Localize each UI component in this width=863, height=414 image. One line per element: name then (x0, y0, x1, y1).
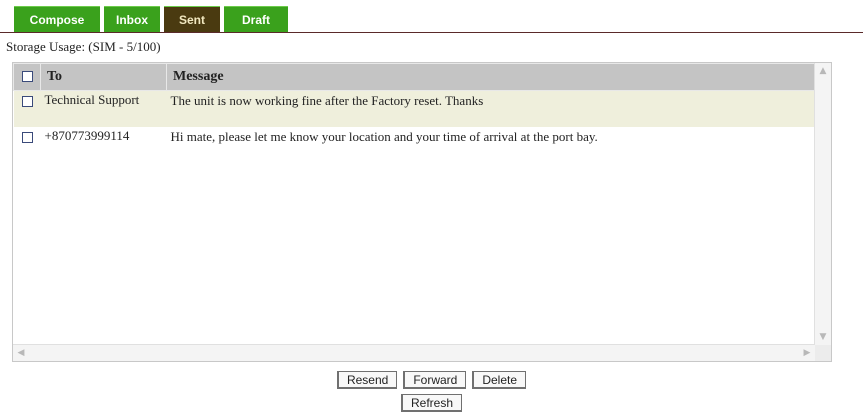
mailbox-tabs: Compose Inbox Sent Draft (14, 6, 292, 32)
resend-button[interactable]: Resend (336, 371, 398, 389)
message-column-header[interactable]: Message (166, 63, 816, 91)
storage-usage: Storage Usage: (SIM - 5/100) (6, 39, 161, 54)
table-row[interactable]: Technical Support The unit is now workin… (13, 90, 816, 127)
tab-sent[interactable]: Sent (164, 6, 220, 32)
scroll-left-icon[interactable]: ◀ (13, 345, 29, 361)
row-checkbox[interactable] (21, 132, 33, 143)
row-select-cell (13, 127, 41, 151)
forward-button[interactable]: Forward (403, 371, 467, 389)
select-all-header (13, 63, 41, 91)
row-checkbox[interactable] (21, 96, 33, 107)
row-message: The unit is now working fine after the F… (166, 90, 816, 127)
vertical-scrollbar[interactable]: ▲ ▼ (814, 63, 831, 345)
row-recipient: +870773999114 (40, 127, 167, 151)
row-recipient: Technical Support (40, 90, 167, 127)
horizontal-scrollbar[interactable]: ◀ ▶ (13, 344, 815, 361)
row-message: Hi mate, please let me know your locatio… (166, 127, 816, 151)
table-header-row: To Message (13, 63, 816, 91)
scroll-right-icon[interactable]: ▶ (799, 345, 815, 361)
scroll-up-icon[interactable]: ▲ (815, 63, 831, 79)
row-select-cell (13, 90, 41, 127)
tab-divider (0, 32, 863, 33)
message-table: To Message Technical Support The unit is… (13, 63, 816, 151)
table-row[interactable]: +870773999114 Hi mate, please let me kno… (13, 127, 816, 151)
tab-compose[interactable]: Compose (14, 6, 100, 32)
refresh-button[interactable]: Refresh (400, 394, 463, 412)
scroll-down-icon[interactable]: ▼ (815, 329, 831, 345)
select-all-checkbox[interactable] (21, 71, 33, 83)
tab-inbox[interactable]: Inbox (104, 6, 160, 32)
message-list-frame: To Message Technical Support The unit is… (12, 62, 832, 362)
tab-draft[interactable]: Draft (224, 6, 288, 32)
scrollbar-corner (815, 345, 831, 361)
action-buttons: Resend Forward Delete (0, 371, 863, 389)
refresh-row: Refresh (0, 394, 863, 412)
to-column-header[interactable]: To (40, 63, 167, 91)
delete-button[interactable]: Delete (472, 371, 527, 389)
